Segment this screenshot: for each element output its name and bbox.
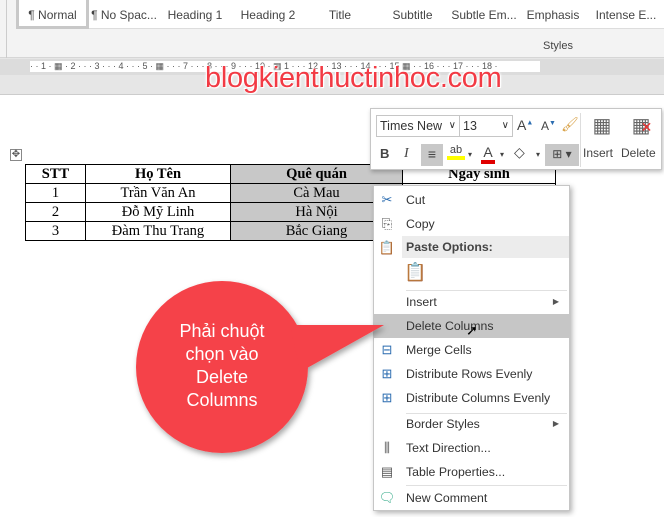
chevron-down-icon[interactable]: ▾ <box>500 150 504 159</box>
menu-item-distribute-columns[interactable]: ⊞ Distribute Columns Evenly <box>374 386 569 410</box>
menu-item-text-direction[interactable]: ⫼ Text Direction... <box>374 436 569 460</box>
submenu-arrow-icon: ▶ <box>552 419 559 428</box>
distribute-columns-icon: ⊞ <box>381 390 393 405</box>
copy-icon: ⎘ <box>381 216 393 231</box>
chevron-down-icon[interactable]: ∨ <box>502 116 509 136</box>
style-subtitle[interactable]: Subtitle <box>375 0 450 29</box>
watermark: blogkienthuctinhoc.com <box>205 62 502 94</box>
format-painter-icon[interactable]: 🖌 <box>561 116 579 133</box>
scissors-icon: ✂ <box>381 192 393 207</box>
ribbon-left-edge <box>0 0 7 58</box>
style-title[interactable]: Title <box>305 0 375 29</box>
cell[interactable]: Đỗ Mỹ Linh <box>85 202 231 222</box>
callout-line: chọn vào <box>185 344 259 364</box>
callout-line: Columns <box>186 390 258 410</box>
center-align-icon[interactable]: ≡ <box>421 144 443 166</box>
font-size: 13 <box>463 119 477 133</box>
menu-item-insert[interactable]: Insert ▶ <box>374 290 569 314</box>
header-ho-ten[interactable]: Họ Tên <box>85 164 231 184</box>
shading-icon[interactable]: ◇ <box>514 144 525 161</box>
chevron-down-icon[interactable]: ∨ <box>449 116 456 136</box>
styles-group-label: Styles <box>543 40 573 52</box>
style-heading-2[interactable]: Heading 2 <box>231 0 305 29</box>
insert-table-icon[interactable]: ▦ <box>585 113 619 138</box>
cell[interactable]: Đàm Thu Trang <box>85 221 231 241</box>
table-properties-icon: ▤ <box>380 464 394 479</box>
highlight-icon[interactable]: ab <box>447 144 465 160</box>
new-comment-icon: 🗨 <box>378 490 396 505</box>
menu-item-copy[interactable]: ⎘ Copy <box>374 212 569 236</box>
cell[interactable]: Trần Văn An <box>85 183 231 203</box>
mini-toolbar: Times New ∨ 13 ∨ A▲ A▼ 🖌 B I ≡ ab ▾ A ▾ ◇ … <box>370 108 662 170</box>
shrink-font-icon[interactable]: A▼ <box>541 119 556 133</box>
callout-line: Delete <box>195 367 249 387</box>
menu-item-distribute-rows[interactable]: ⊞ Distribute Rows Evenly <box>374 362 569 386</box>
italic-icon[interactable]: I <box>404 146 409 162</box>
paste-keep-formatting-icon[interactable]: 📋 <box>404 262 426 286</box>
style-emphasis[interactable]: Emphasis <box>518 0 588 29</box>
menu-item-delete-columns[interactable]: Delete Columns ➚ <box>374 314 569 338</box>
paste-icon: 📋 <box>378 240 396 255</box>
header-stt[interactable]: STT <box>25 164 86 184</box>
cell[interactable]: 1 <box>25 183 86 203</box>
style-subtle-emphasis[interactable]: Subtle Em... <box>450 0 518 29</box>
style-heading-1[interactable]: Heading 1 <box>159 0 231 29</box>
paste-options-header: 📋 Paste Options: <box>374 236 569 258</box>
font-name: Times New <box>380 119 443 133</box>
cell[interactable]: 2 <box>25 202 86 222</box>
menu-item-new-comment[interactable]: 🗨 New Comment <box>374 486 569 510</box>
font-size-box[interactable]: 13 ∨ <box>459 115 513 137</box>
callout-line: Phải chuột <box>179 321 265 341</box>
submenu-arrow-icon: ▶ <box>552 297 559 306</box>
menu-item-cut[interactable]: ✂ Cut <box>374 188 569 212</box>
menu-item-merge-cells[interactable]: ⊟ Merge Cells <box>374 338 569 362</box>
style-intense-emphasis[interactable]: Intense E... <box>588 0 664 29</box>
borders-icon[interactable]: ⊞ ▾ <box>545 144 579 166</box>
font-color-icon[interactable]: A <box>481 144 495 164</box>
merge-cells-icon: ⊟ <box>381 342 393 357</box>
style-no-spacing[interactable]: ¶ No Spac... <box>89 0 159 29</box>
menu-item-table-properties[interactable]: ▤ Table Properties... <box>374 460 569 484</box>
chevron-down-icon[interactable]: ▾ <box>536 150 540 159</box>
chevron-down-icon[interactable]: ▾ <box>468 150 472 159</box>
insert-button[interactable]: Insert <box>583 146 613 160</box>
divider <box>580 113 581 167</box>
style-normal[interactable]: ¶ Normal <box>16 0 89 29</box>
distribute-rows-icon: ⊞ <box>381 366 393 381</box>
table-move-handle-icon[interactable]: ✥ <box>10 149 22 161</box>
cell[interactable]: 3 <box>25 221 86 241</box>
text-direction-icon: ⫼ <box>384 440 390 455</box>
context-menu: ✂ Cut ⎘ Copy 📋 Paste Options: 📋 Insert ▶ Del… <box>373 185 570 511</box>
delete-button[interactable]: Delete <box>621 146 656 160</box>
bold-icon[interactable]: B <box>380 146 389 161</box>
grow-font-icon[interactable]: A▲ <box>517 117 533 133</box>
callout-text: Phải chuột chọn vào Delete Columns <box>150 320 294 412</box>
styles-gallery: ¶ Normal ¶ No Spac... Heading 1 Heading … <box>16 0 664 29</box>
font-name-box[interactable]: Times New ∨ <box>376 115 460 137</box>
menu-item-border-styles[interactable]: Border Styles ▶ <box>374 412 569 436</box>
delete-table-icon[interactable]: ▦✕ <box>625 113 659 138</box>
